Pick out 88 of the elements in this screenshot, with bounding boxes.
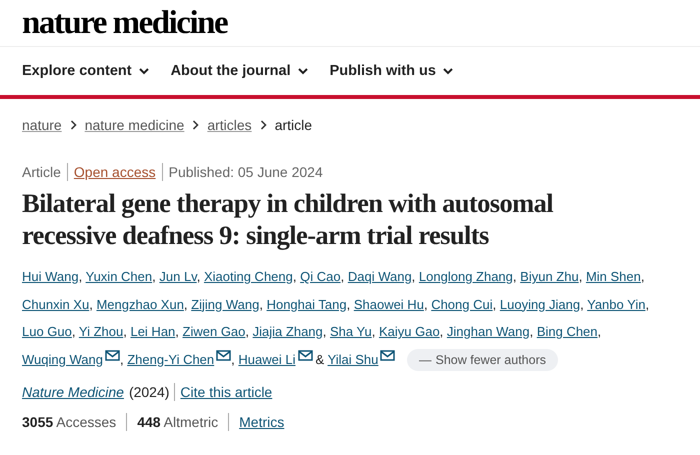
author-link[interactable]: Biyun Zhu (520, 269, 579, 284)
separator: , (530, 324, 534, 339)
author-link[interactable]: Chong Cui (431, 296, 493, 312)
chevron-down-icon (138, 68, 149, 74)
show-fewer-authors-button[interactable]: — Show fewer authors (407, 348, 558, 370)
author-link[interactable]: Hui Wang (22, 269, 79, 284)
author-link[interactable]: Wuqing Wang (22, 352, 103, 366)
separator: , (492, 296, 496, 312)
separator: , (72, 324, 76, 339)
chevron-right-icon (260, 120, 267, 130)
author-link[interactable]: Sha Yu (330, 324, 372, 339)
author-link[interactable]: Honghai Tang (266, 296, 347, 312)
separator: , (184, 296, 188, 312)
journal-logo[interactable]: nature medicine (22, 6, 228, 40)
chevron-right-icon (192, 120, 200, 130)
nav-menu-item[interactable]: Explore content (22, 63, 149, 79)
cite-article-link[interactable]: Cite this article (180, 384, 272, 400)
author-link[interactable]: Ziwen Gao (182, 324, 246, 339)
article-title: Bilateral gene therapy in children with autosomal recessive deafness 9: single-arm trial results (22, 187, 554, 251)
breadcrumb-link[interactable]: articles (207, 117, 252, 133)
author-link[interactable]: Chunxin Xu (22, 296, 90, 312)
separator: , (512, 269, 517, 284)
separator: , (372, 324, 376, 339)
separator: , (259, 296, 263, 312)
nav-menu-item[interactable]: Publish with us (330, 63, 453, 79)
author-link[interactable]: Mengzhao Xun (96, 296, 184, 312)
author-link[interactable]: Jiajia Zhang (252, 324, 323, 339)
separator: , (424, 296, 428, 312)
author-link[interactable]: Shaowei Hu (354, 296, 424, 312)
author-link[interactable]: Longlong Zhang (418, 269, 513, 284)
author-link[interactable]: Lei Han (130, 324, 176, 339)
separator: , (175, 324, 179, 339)
separator: , (578, 269, 582, 284)
author-link[interactable]: Luoying Jiang (500, 296, 580, 312)
chevron-down-icon (298, 68, 308, 74)
mail-icon[interactable] (298, 350, 312, 360)
author-link[interactable]: Zheng-Yi Chen (127, 352, 214, 366)
breadcrumb-link[interactable]: nature (22, 117, 62, 133)
author-link[interactable]: Luo Guo (22, 324, 72, 339)
separator: , (123, 324, 127, 339)
author-link[interactable]: Xiaoting Cheng (204, 269, 293, 284)
mail-icon[interactable] (216, 350, 232, 360)
metrics-link[interactable]: Metrics (239, 414, 284, 430)
separator: , (231, 352, 235, 366)
author-link[interactable]: Yilai Shu (328, 352, 378, 366)
author-link[interactable]: Jinghan Wang (446, 324, 530, 339)
separator: & (316, 352, 324, 366)
published-date: Published: 05 June 2024 (168, 164, 323, 180)
breadcrumb-link[interactable]: nature medicine (84, 117, 184, 133)
open-access-link[interactable]: Open access (74, 164, 156, 180)
author-link[interactable]: Kaiyu Gao (378, 324, 440, 339)
author-link[interactable]: Huawei Li (238, 352, 296, 366)
separator: , (440, 324, 444, 339)
breadcrumb-current: article (274, 117, 312, 133)
separator: , (598, 324, 602, 339)
mail-icon[interactable] (104, 350, 120, 360)
separator: , (78, 269, 82, 284)
nav-menu-item[interactable]: About the journal (170, 63, 308, 79)
metric-count: 3055 Accesses (22, 414, 116, 430)
metric-count: 448 Altmetric (137, 414, 218, 430)
separator: , (245, 324, 250, 339)
separator: , (292, 269, 296, 284)
author-link[interactable]: Bing Chen (536, 324, 598, 339)
separator: , (346, 296, 350, 312)
separator: , (196, 269, 200, 284)
separator: , (640, 269, 644, 284)
author-link[interactable]: Yanbo Yin (587, 296, 646, 312)
journal-link[interactable]: Nature Medicine (22, 384, 124, 400)
author-link[interactable]: Yi Zhou (78, 324, 124, 339)
author-link[interactable]: Yuxin Chen (86, 269, 152, 284)
separator: , (89, 296, 93, 312)
publication-year: (2024) (128, 384, 170, 400)
author-link[interactable]: Min Shen (586, 269, 641, 284)
chevron-right-icon (70, 120, 77, 130)
mail-icon[interactable] (380, 350, 396, 360)
chevron-down-icon (442, 68, 453, 74)
author-link[interactable]: Jun Lv (159, 269, 197, 284)
separator: , (322, 324, 326, 339)
separator: , (645, 296, 650, 312)
separator: , (340, 269, 344, 284)
separator: , (412, 269, 416, 284)
separator: , (152, 269, 156, 284)
separator: , (120, 352, 124, 366)
separator: , (580, 296, 584, 312)
article-type: Article (22, 164, 61, 180)
author-link[interactable]: Qi Cao (300, 269, 341, 284)
author-link[interactable]: Zijing Wang (191, 296, 260, 312)
author-link[interactable]: Daqi Wang (348, 269, 412, 284)
